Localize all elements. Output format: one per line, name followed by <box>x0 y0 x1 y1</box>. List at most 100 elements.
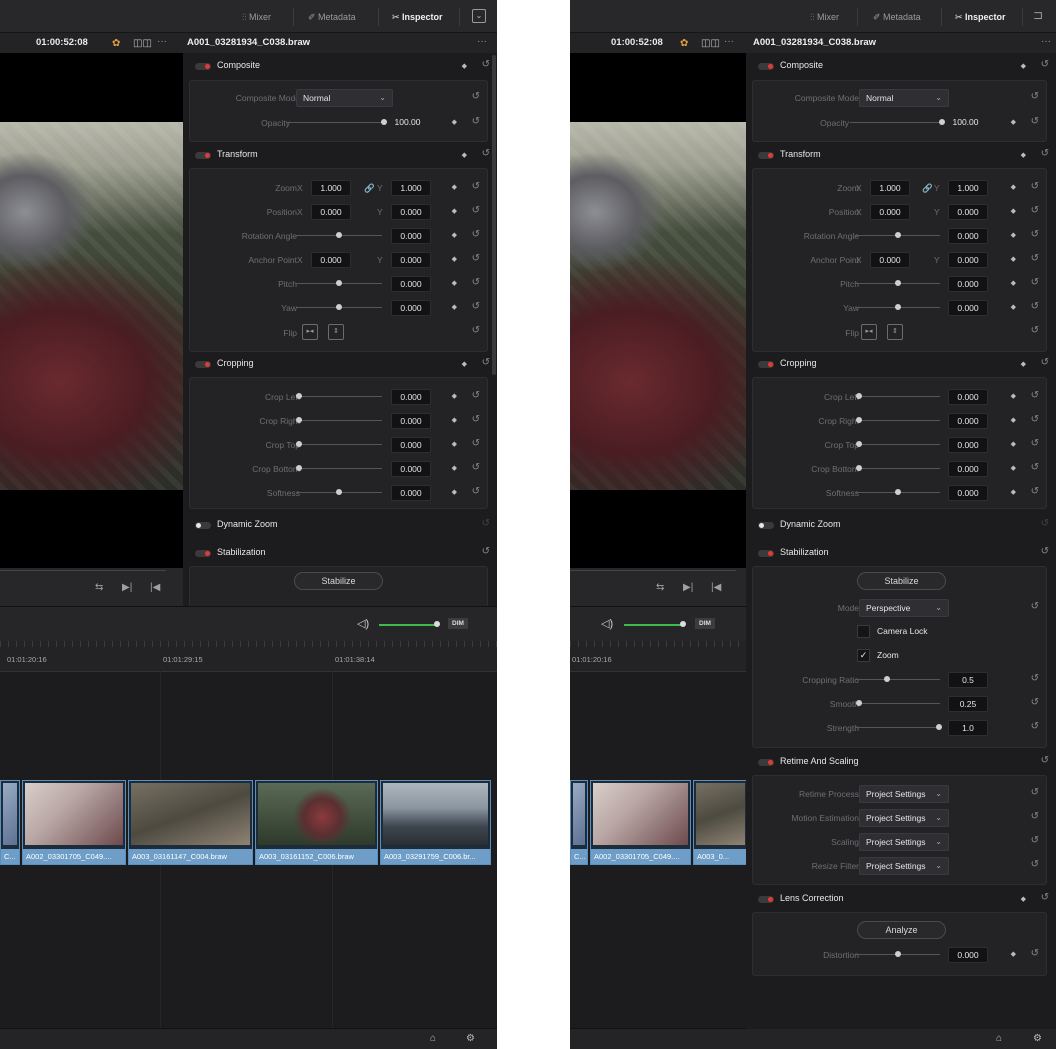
reset-icon[interactable]: ↺ <box>472 116 480 127</box>
settings-icon[interactable]: ⚙ <box>466 1033 475 1044</box>
reset-icon[interactable]: ↺ <box>472 462 480 473</box>
keyframe-icon[interactable]: ◆ <box>452 440 457 448</box>
section-cropping[interactable]: Cropping ◆ ↺ <box>183 354 497 374</box>
reset-icon[interactable]: ↺ <box>1031 673 1039 684</box>
camera-lock-checkbox[interactable] <box>857 625 870 638</box>
link-icon[interactable]: 🔗 <box>364 183 375 194</box>
timeline-clip[interactable]: A003_03161152_C006.braw <box>255 780 378 865</box>
inspector-options-icon[interactable]: ··· <box>1041 36 1051 47</box>
zoom-x-input[interactable]: 1.000 <box>311 180 351 196</box>
stabilize-button[interactable]: Stabilize <box>294 572 383 590</box>
opacity-slider[interactable] <box>287 122 385 123</box>
smooth-slider[interactable] <box>856 703 940 704</box>
keyframe-icon[interactable]: ◆ <box>452 207 457 215</box>
strength-input[interactable]: 1.0 <box>948 720 988 736</box>
inspector-options-icon[interactable]: ··· <box>477 36 487 47</box>
keyframe-icon[interactable]: ◆ <box>462 62 467 70</box>
more-options-icon[interactable]: ··· <box>724 36 734 47</box>
keyframe-icon[interactable]: ◆ <box>452 488 457 496</box>
keyframe-icon[interactable]: ◆ <box>1011 255 1016 263</box>
link-icon[interactable]: 🔗 <box>922 183 933 194</box>
slider-knob[interactable] <box>296 417 302 423</box>
keyframe-icon[interactable]: ◆ <box>1021 360 1026 368</box>
stabilize-button[interactable]: Stabilize <box>857 572 946 590</box>
dim-button[interactable]: DIM <box>448 618 468 629</box>
scaling-dropdown[interactable]: Project Settings ⌄ <box>859 833 949 851</box>
reset-icon[interactable]: ↺ <box>1031 811 1039 822</box>
reset-icon[interactable]: ↺ <box>472 91 480 102</box>
distortion-input[interactable]: 0.000 <box>948 947 988 963</box>
anchor-y-input[interactable]: 0.000 <box>391 252 431 268</box>
flip-horizontal-icon[interactable]: ▸◂ <box>302 324 318 340</box>
section-dynamic-zoom[interactable]: Dynamic Zoom ↺ <box>183 515 497 535</box>
timeline-ruler[interactable]: 01:01:20:16 <box>570 641 746 672</box>
reset-icon[interactable]: ↺ <box>1041 148 1049 159</box>
metadata-tab[interactable]: ✐ Metadata <box>873 8 921 26</box>
section-composite[interactable]: Composite ◆ ↺ <box>183 56 497 76</box>
anchor-x-input[interactable]: 0.000 <box>311 252 351 268</box>
next-frame-icon[interactable]: ▶| <box>122 582 132 593</box>
rotation-input[interactable]: 0.000 <box>948 228 988 244</box>
reset-icon[interactable]: ↺ <box>1041 357 1049 368</box>
inspector-tab[interactable]: ✂ Inspector <box>955 8 1006 26</box>
metadata-tab[interactable]: ✐ Metadata <box>308 8 356 26</box>
pitch-input[interactable]: 0.000 <box>948 276 988 292</box>
cropping-ratio-input[interactable]: 0.5 <box>948 672 988 688</box>
resize-filter-dropdown[interactable]: Project Settings ⌄ <box>859 857 949 875</box>
stabilization-mode-dropdown[interactable]: Perspective ⌄ <box>859 599 949 617</box>
keyframe-icon[interactable]: ◆ <box>1011 464 1016 472</box>
slider-knob[interactable] <box>381 119 387 125</box>
composite-toggle[interactable] <box>758 63 774 70</box>
reset-icon[interactable]: ↺ <box>1031 438 1039 449</box>
reset-icon[interactable]: ↺ <box>1031 462 1039 473</box>
section-composite[interactable]: Composite ◆ ↺ <box>746 56 1056 76</box>
keyframe-icon[interactable]: ◆ <box>1021 895 1026 903</box>
reset-icon[interactable]: ↺ <box>472 301 480 312</box>
keyframe-icon[interactable]: ◆ <box>1011 440 1016 448</box>
crop-top-input[interactable]: 0.000 <box>391 437 431 453</box>
color-wheel-icon[interactable]: ✿ <box>112 38 120 49</box>
reset-icon[interactable]: ↺ <box>472 181 480 192</box>
volume-slider[interactable] <box>379 624 437 626</box>
section-cropping[interactable]: Cropping ◆ ↺ <box>746 354 1056 374</box>
slider-knob[interactable] <box>856 441 862 447</box>
slider-knob[interactable] <box>856 417 862 423</box>
dynamic-zoom-toggle[interactable] <box>758 522 774 529</box>
keyframe-icon[interactable]: ◆ <box>1011 303 1016 311</box>
opacity-value[interactable]: 100.00 <box>388 115 427 129</box>
smooth-input[interactable]: 0.25 <box>948 696 988 712</box>
transform-toggle[interactable] <box>195 152 211 159</box>
reset-icon[interactable]: ↺ <box>472 205 480 216</box>
retime-toggle[interactable] <box>758 759 774 766</box>
pitch-input[interactable]: 0.000 <box>391 276 431 292</box>
home-icon[interactable]: ⌂ <box>996 1033 1002 1044</box>
scrubber[interactable] <box>0 570 166 571</box>
keyframe-icon[interactable]: ◆ <box>1011 183 1016 191</box>
slider-knob[interactable] <box>336 304 342 310</box>
timeline[interactable]: 01:01:20:16 01:01:29:15 01:01:38:14 C...… <box>0 641 497 1029</box>
keyframe-icon[interactable]: ◆ <box>452 118 457 126</box>
mixer-tab[interactable]: ⫶⫶ Mixer <box>810 8 839 26</box>
keyframe-icon[interactable]: ◆ <box>1011 231 1016 239</box>
timeline-ruler[interactable]: 01:01:20:16 01:01:29:15 01:01:38:14 <box>0 641 497 672</box>
dim-button[interactable]: DIM <box>695 618 715 629</box>
section-transform[interactable]: Transform ◆ ↺ <box>746 145 1056 165</box>
cropping-ratio-slider[interactable] <box>856 679 940 680</box>
inspector-tab[interactable]: ✂ Inspector <box>392 8 443 26</box>
flip-vertical-icon[interactable]: ⇕ <box>328 324 344 340</box>
reset-icon[interactable]: ↺ <box>472 438 480 449</box>
yaw-input[interactable]: 0.000 <box>948 300 988 316</box>
section-dynamic-zoom[interactable]: Dynamic Zoom ↺ <box>746 515 1056 535</box>
expand-icon[interactable]: ⌄ <box>472 9 486 23</box>
crop-bottom-input[interactable]: 0.000 <box>391 461 431 477</box>
timeline-clip[interactable]: A002_03301705_C049.... <box>22 780 126 865</box>
crop-right-slider[interactable] <box>296 420 382 421</box>
timeline-clip[interactable]: A003_0... <box>693 780 748 865</box>
keyframe-icon[interactable]: ◆ <box>452 183 457 191</box>
reset-icon[interactable]: ↺ <box>1031 721 1039 732</box>
section-transform[interactable]: Transform ◆ ↺ <box>183 145 497 165</box>
timeline-clip[interactable]: A003_03161147_C004.braw <box>128 780 253 865</box>
lens-correction-toggle[interactable] <box>758 896 774 903</box>
position-y-input[interactable]: 0.000 <box>391 204 431 220</box>
keyframe-icon[interactable]: ◆ <box>1011 118 1016 126</box>
